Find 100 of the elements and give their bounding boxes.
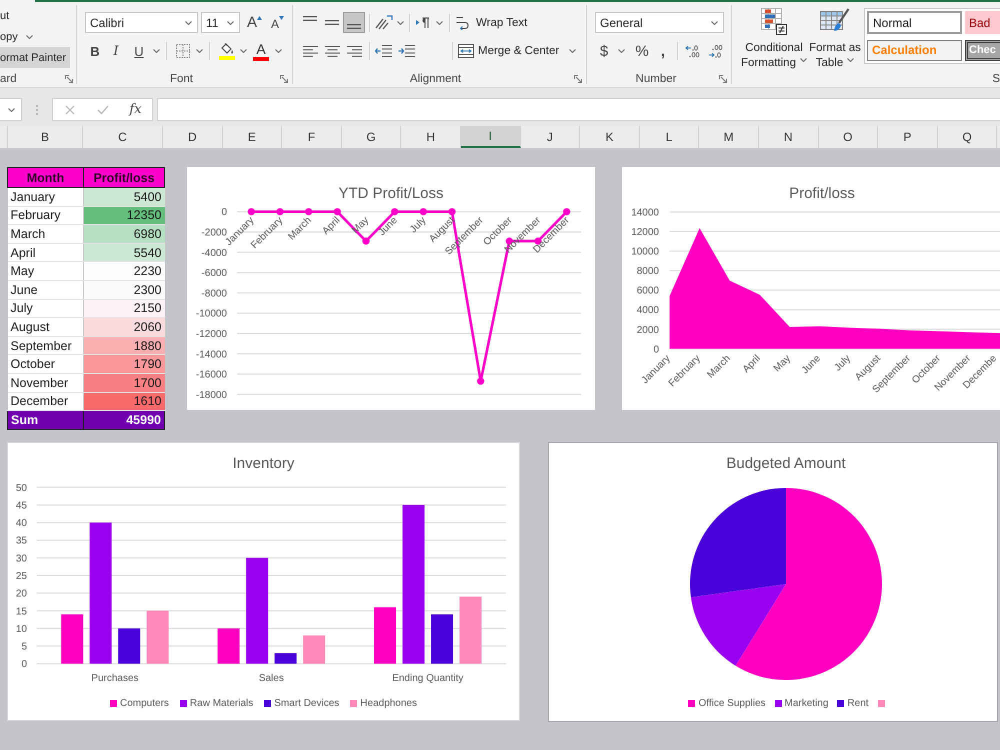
table-header: Profit/loss [84,168,164,188]
format-as-table-button[interactable]: Format as Table [806,2,864,70]
legend-label: Office Supplies [698,698,766,708]
group-label: S [992,72,1000,84]
group-label: Font [168,72,194,84]
italic-button[interactable]: I [105,41,127,61]
table-cell: 2300 [84,280,164,300]
axis-tick-label: 40 [16,518,27,530]
lines-top-icon [303,16,317,21]
lines-middle-icon [325,20,339,25]
column-header[interactable]: P [878,126,938,148]
axis-tick-label: -18000 [196,390,227,401]
currency-button[interactable]: $ [598,41,625,61]
table-cell: September [8,336,84,355]
total-cell: Sum [8,410,84,430]
table-cell: October [8,354,84,374]
caret-icon [275,49,282,53]
clipboard-command[interactable]: opy [0,26,37,47]
left-arrow-lines-icon [374,45,392,57]
clipboard-command[interactable]: ormat Painter [0,47,70,68]
axis-tick-label: 6000 [636,286,659,297]
column-header[interactable]: J [520,126,580,148]
table-cell: 6980 [84,224,164,244]
axis-tick-label: -4000 [201,248,227,259]
borders-button[interactable] [176,41,203,61]
axis-tick-label: -10000 [196,308,227,320]
table-cell: 1880 [84,336,164,355]
underline-button[interactable]: U [128,41,162,61]
grow-font-button[interactable]: A [246,12,263,32]
column-header[interactable]: Q [938,126,998,148]
cell-style-button[interactable]: Normal [867,11,962,34]
column-header[interactable]: G [342,126,402,148]
table-cell: 12350 [84,206,164,225]
conditional-formatting-button[interactable]: Conditional Formatting [742,2,806,70]
vertical-align-button[interactable] [343,12,365,33]
column-header[interactable]: O [818,126,878,148]
font-color-button[interactable]: A [253,41,282,61]
merge-center-button[interactable]: Merge & Center [458,41,576,61]
column-header[interactable]: K [580,126,640,148]
axis-tick-label: 15 [16,606,27,618]
corner-arrow-icon[interactable] [280,74,288,82]
font-size-dropdown[interactable]: 11 [201,12,240,33]
paragraph-arrow-icon [416,16,430,28]
column-header[interactable]: B [8,126,83,148]
corner-arrow-icon[interactable] [65,74,73,83]
cell-style-button[interactable]: Bad [965,11,1000,34]
column-header[interactable]: D [163,126,223,148]
corner-arrow-icon[interactable] [719,74,727,82]
shrink-font-button[interactable]: A [269,12,286,32]
column-header[interactable]: L [640,126,700,148]
column-header[interactable]: C [83,126,163,148]
wrap-arrow-icon [456,15,469,30]
column-header[interactable]: E [222,126,282,148]
axis-tick-label: 0 [653,344,659,356]
caret-icon [240,49,247,53]
axis-tick-label: 14000 [631,208,659,218]
column-header[interactable]: F [282,126,342,148]
caret-icon [711,20,718,24]
bar [431,614,454,664]
axis-tick-label: -16000 [196,370,227,381]
axis-tick-label: 35 [16,536,27,547]
fill-color-button[interactable] [219,41,247,61]
insert-function-button[interactable]: fx [119,99,152,120]
table-cell: May [8,262,84,280]
table-cell: 1610 [84,392,164,411]
category-label: May [350,215,372,236]
wrap-text-button[interactable]: Wrap Text [456,12,528,32]
category-label: July [832,353,853,374]
bold-button[interactable]: B [85,41,105,61]
caret-icon [847,58,854,62]
table-cell: March [8,224,84,244]
column-header[interactable]: N [758,126,819,148]
table-cell: 2060 [84,318,164,336]
table-header: Month [8,168,84,188]
table-cell: December [8,392,84,411]
decimal-arrow-icon [684,44,700,58]
percent-button[interactable]: % [633,41,651,61]
axis-tick-label: 10 [16,624,27,635]
clipboard-command[interactable]: ut [0,5,14,26]
corner-arrow-icon[interactable] [574,74,582,82]
caret-icon [227,20,234,24]
triangle-up-icon [257,16,262,20]
table-cell: 5540 [84,243,164,262]
font-name-dropdown[interactable]: Calibri [85,12,198,33]
table-cell: July [8,299,84,318]
table-cell: 2230 [84,262,164,280]
column-header[interactable]: I [460,126,521,148]
chart-title: Inventory [232,455,294,472]
bar [218,628,240,664]
legend-label: Rent [847,698,869,708]
dashed-grid-icon [176,44,190,58]
caret-icon [8,108,15,112]
axis-tick-label: -8000 [201,288,227,300]
comma-button[interactable]: , [655,41,671,61]
number-format-dropdown[interactable]: General [595,12,724,33]
bar [118,628,140,664]
formula-input[interactable] [157,98,1000,121]
column-header[interactable]: M [699,126,759,148]
axis-tick-label: -2000 [201,228,227,238]
axis-tick-label: -12000 [196,329,227,340]
